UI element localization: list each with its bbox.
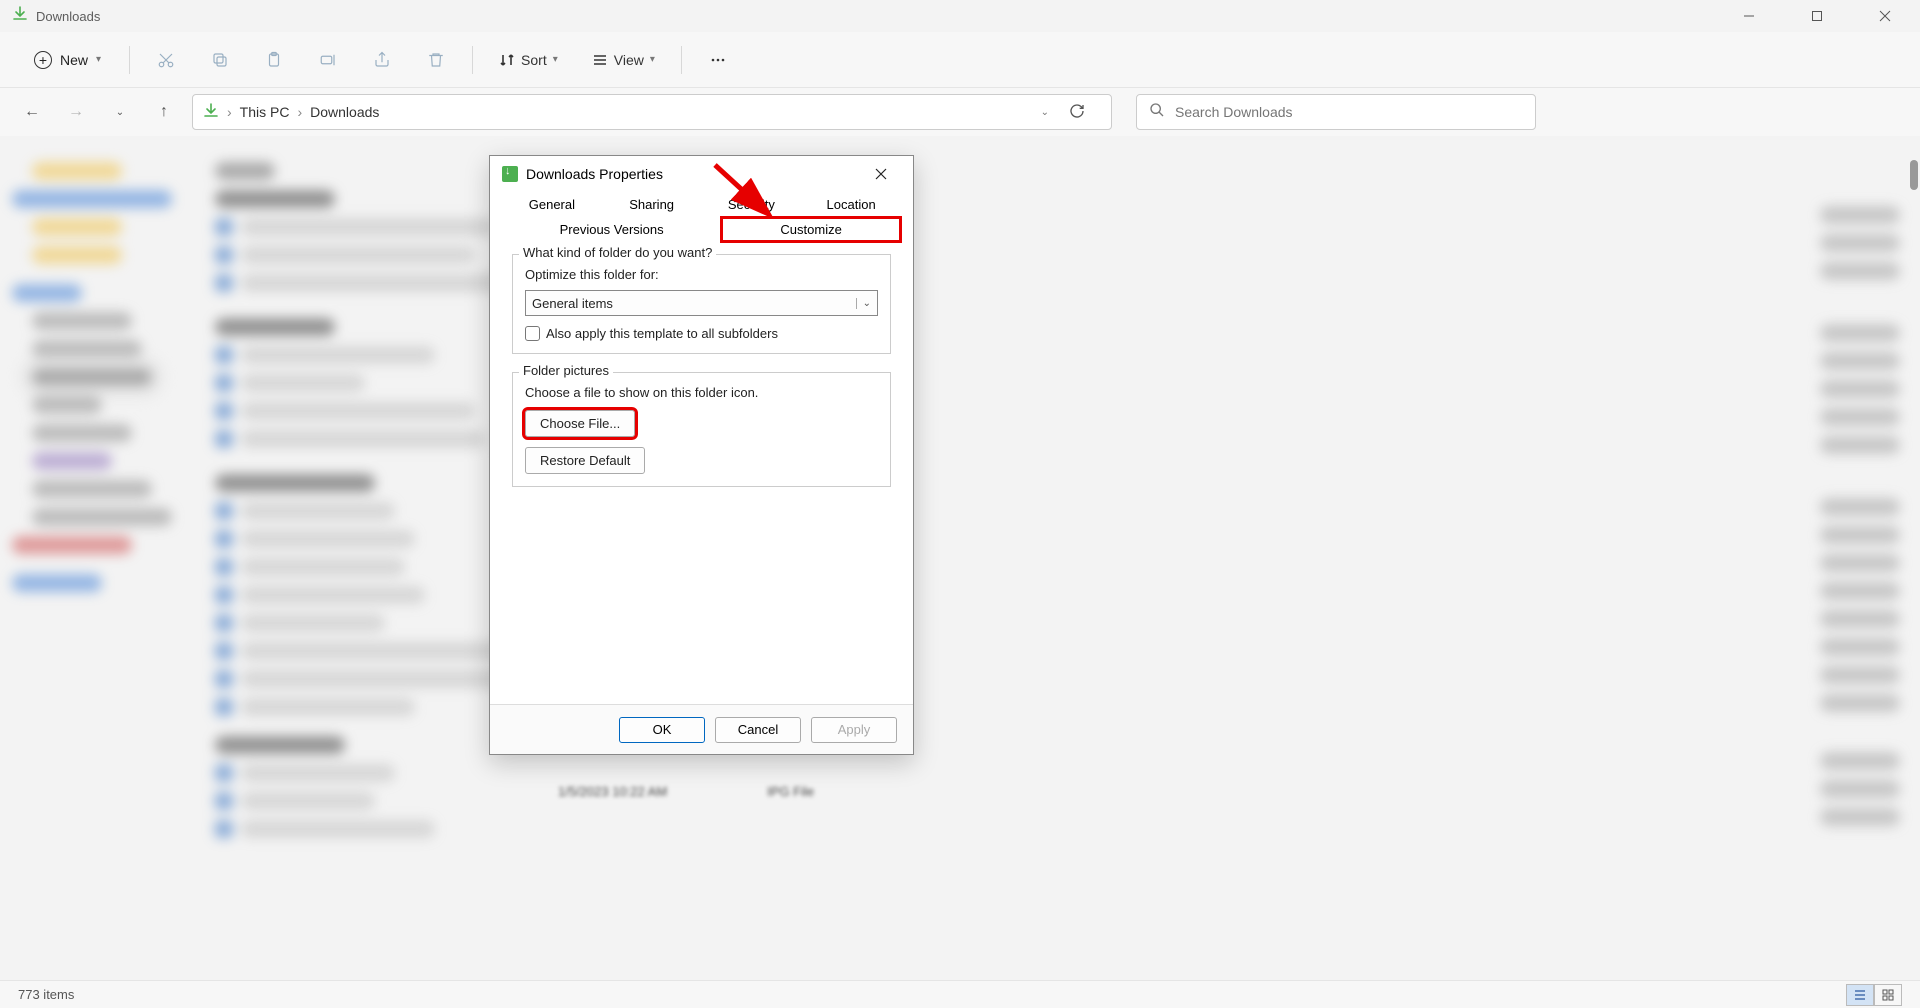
search-box[interactable] <box>1136 94 1536 130</box>
view-label: View <box>614 52 644 68</box>
optimize-label: Optimize this folder for: <box>525 267 878 282</box>
new-button[interactable]: + New ▾ <box>24 45 111 75</box>
navigation-pane <box>0 136 195 980</box>
apply-subfolders-label: Also apply this template to all subfolde… <box>546 326 778 341</box>
paste-icon[interactable] <box>256 42 292 78</box>
crumb-separator: › <box>227 104 232 120</box>
dialog-body: What kind of folder do you want? Optimiz… <box>490 242 913 704</box>
maximize-button[interactable] <box>1794 0 1840 32</box>
up-button[interactable]: ↑ <box>148 96 180 128</box>
separator <box>129 46 130 74</box>
scrollbar[interactable] <box>1910 160 1918 190</box>
sort-button[interactable]: Sort ▾ <box>491 46 566 74</box>
tab-sharing[interactable]: Sharing <box>602 192 702 217</box>
downloads-icon <box>203 103 219 122</box>
cut-icon[interactable] <box>148 42 184 78</box>
icons-view-button[interactable] <box>1874 984 1902 1006</box>
background-type: IPG File <box>767 784 814 799</box>
apply-subfolders-row[interactable]: Also apply this template to all subfolde… <box>525 326 878 341</box>
dialog-close-button[interactable] <box>861 159 901 189</box>
apply-subfolders-checkbox[interactable] <box>525 326 540 341</box>
downloads-icon <box>12 6 28 27</box>
folder-icon <box>502 166 518 182</box>
folder-kind-group: What kind of folder do you want? Optimiz… <box>512 254 891 354</box>
tab-previous-versions[interactable]: Previous Versions <box>502 217 721 242</box>
background-date: 1/5/2023 10:22 AM <box>558 784 667 799</box>
recent-button[interactable]: ⌄ <box>104 96 136 128</box>
folder-kind-heading: What kind of folder do you want? <box>519 245 716 260</box>
minimize-button[interactable] <box>1726 0 1772 32</box>
crumb-separator: › <box>297 104 302 120</box>
tab-general[interactable]: General <box>502 192 602 217</box>
details-view-button[interactable] <box>1846 984 1874 1006</box>
refresh-button[interactable] <box>1069 103 1101 122</box>
chevron-down-icon: ▾ <box>96 54 101 65</box>
status-bar: 773 items <box>0 980 1920 1008</box>
file-list <box>195 136 1920 980</box>
dialog-tabs: General Sharing Security Location Previo… <box>490 192 913 242</box>
background-row: 1/5/2023 10:22 AM IPG File <box>558 784 814 799</box>
crumb-folder[interactable]: Downloads <box>310 104 379 120</box>
tab-customize[interactable]: Customize <box>721 217 901 242</box>
window-title: Downloads <box>36 9 100 24</box>
view-button[interactable]: View ▾ <box>584 46 663 74</box>
plus-icon: + <box>34 51 52 69</box>
back-button[interactable]: ← <box>16 96 48 128</box>
restore-default-button[interactable]: Restore Default <box>525 447 645 474</box>
folder-pictures-group: Folder pictures Choose a file to show on… <box>512 372 891 487</box>
toolbar: + New ▾ Sort ▾ View ▾ <box>0 32 1920 88</box>
title-bar: Downloads <box>0 0 1920 32</box>
new-label: New <box>60 52 88 68</box>
chevron-down-icon: ▾ <box>650 54 655 65</box>
view-toggle <box>1846 984 1902 1006</box>
properties-dialog: Downloads Properties General Sharing Sec… <box>489 155 914 755</box>
sort-label: Sort <box>521 52 547 68</box>
rename-icon[interactable] <box>310 42 346 78</box>
apply-button[interactable]: Apply <box>811 717 897 743</box>
crumb-root[interactable]: This PC <box>240 104 290 120</box>
more-icon[interactable] <box>700 42 736 78</box>
forward-button[interactable]: → <box>60 96 92 128</box>
tab-location[interactable]: Location <box>801 192 901 217</box>
address-bar[interactable]: › This PC › Downloads ⌄ <box>192 94 1112 130</box>
folder-pictures-heading: Folder pictures <box>519 363 613 378</box>
optimize-select[interactable]: General items ⌄ <box>525 290 878 316</box>
dialog-buttons: OK Cancel Apply <box>490 704 913 754</box>
close-button[interactable] <box>1862 0 1908 32</box>
optimize-selected: General items <box>532 296 613 311</box>
content-area <box>0 136 1920 980</box>
choose-file-button[interactable]: Choose File... <box>525 410 635 437</box>
chevron-down-icon[interactable]: ⌄ <box>1041 107 1049 118</box>
search-icon <box>1149 102 1165 123</box>
separator <box>472 46 473 74</box>
search-input[interactable] <box>1175 104 1523 120</box>
chevron-down-icon: ⌄ <box>856 298 871 309</box>
dialog-title: Downloads Properties <box>526 166 663 182</box>
navigation-row: ← → ⌄ ↑ › This PC › Downloads ⌄ <box>0 88 1920 136</box>
tab-security[interactable]: Security <box>702 192 802 217</box>
delete-icon[interactable] <box>418 42 454 78</box>
cancel-button[interactable]: Cancel <box>715 717 801 743</box>
share-icon[interactable] <box>364 42 400 78</box>
ok-button[interactable]: OK <box>619 717 705 743</box>
copy-icon[interactable] <box>202 42 238 78</box>
separator <box>681 46 682 74</box>
item-count: 773 items <box>18 987 74 1002</box>
chevron-down-icon: ▾ <box>553 54 558 65</box>
dialog-titlebar: Downloads Properties <box>490 156 913 192</box>
folder-pictures-desc: Choose a file to show on this folder ico… <box>525 385 878 400</box>
